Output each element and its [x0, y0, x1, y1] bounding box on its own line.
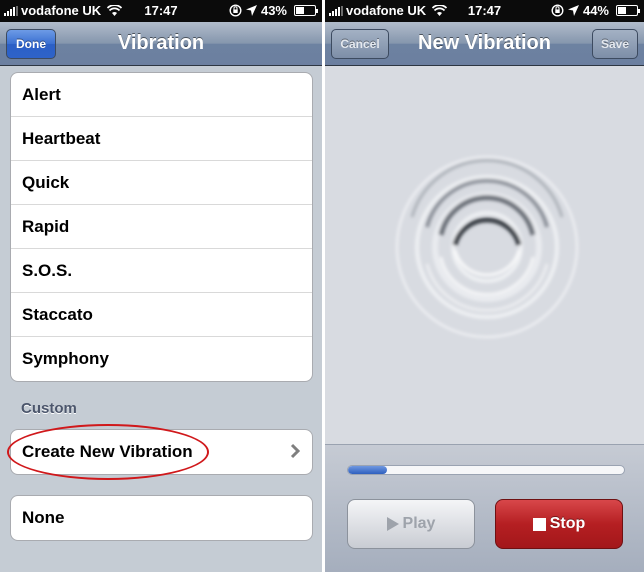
recording-progress-bar: [347, 465, 625, 475]
battery-icon: [294, 5, 318, 16]
vibration-option-heartbeat[interactable]: Heartbeat: [11, 117, 312, 161]
vibration-option-rapid[interactable]: Rapid: [11, 205, 312, 249]
lock-rotation-icon: [229, 4, 242, 17]
vibration-option-quick[interactable]: Quick: [11, 161, 312, 205]
vibration-option-none[interactable]: None: [11, 496, 312, 540]
battery-percent: 43%: [260, 3, 287, 18]
status-bar: vodafone UK 17:47 44%: [325, 0, 644, 22]
battery-percent: 44%: [582, 3, 609, 18]
create-new-vibration-row[interactable]: Create New Vibration: [11, 430, 312, 474]
play-label: Play: [402, 515, 436, 532]
chevron-right-icon: [290, 443, 300, 459]
custom-section-header: Custom: [21, 400, 77, 417]
page-title: Vibration: [117, 32, 205, 54]
progress-fill: [348, 466, 387, 474]
create-new-vibration-label: Create New Vibration: [22, 442, 193, 461]
new-vibration-screen: vodafone UK 17:47 44% Cancel New Vibrati…: [325, 0, 644, 572]
play-button[interactable]: Play: [347, 499, 475, 549]
none-option-list: None: [10, 495, 313, 541]
location-arrow-icon: [245, 5, 257, 16]
battery-icon: [616, 5, 640, 16]
playback-controls: Play Stop: [325, 444, 644, 572]
save-button[interactable]: Save: [592, 29, 638, 59]
ripple-icon: [396, 156, 578, 338]
lock-rotation-icon: [551, 4, 564, 17]
custom-vibrations-list: Create New Vibration: [10, 429, 313, 475]
navigation-bar: Cancel New Vibration Save: [325, 22, 644, 66]
standard-vibrations-list: Alert Heartbeat Quick Rapid S.O.S. Stacc…: [10, 72, 313, 382]
location-arrow-icon: [567, 5, 579, 16]
status-bar: vodafone UK 17:47 43%: [0, 0, 322, 22]
stop-label: Stop: [549, 515, 586, 532]
vibration-option-symphony[interactable]: Symphony: [11, 337, 312, 381]
play-icon: [386, 517, 399, 531]
vibration-option-staccato[interactable]: Staccato: [11, 293, 312, 337]
vibration-option-sos[interactable]: S.O.S.: [11, 249, 312, 293]
vibration-option-alert[interactable]: Alert: [11, 73, 312, 117]
navigation-bar: Done Vibration: [0, 22, 322, 66]
stop-button[interactable]: Stop: [495, 499, 623, 549]
vibration-list-screen: vodafone UK 17:47 43% Done Vibration Ale…: [0, 0, 322, 572]
stop-icon: [532, 517, 546, 531]
vibration-recording-area[interactable]: [325, 67, 644, 444]
